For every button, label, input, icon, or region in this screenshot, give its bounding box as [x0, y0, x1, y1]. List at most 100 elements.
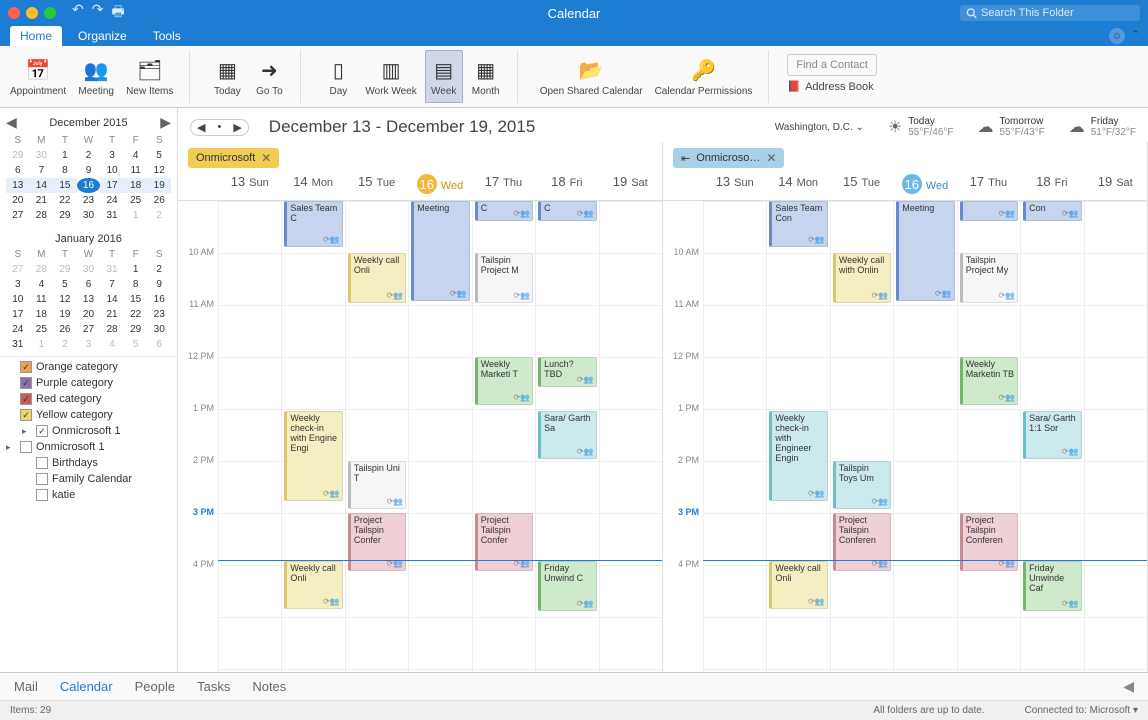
month-view-button[interactable]: ▦Month	[467, 50, 505, 103]
mini-cal-day[interactable]: 14	[100, 292, 124, 307]
calendar-event[interactable]: Weekly call Onli⟳👥	[769, 561, 827, 609]
calendar-event[interactable]: Lunch? TBD⟳👥	[538, 357, 596, 387]
tab-organize[interactable]: Organize	[68, 26, 137, 46]
day-header[interactable]: 13Sun	[218, 174, 281, 194]
mini-cal-day[interactable]: 29	[53, 262, 77, 277]
mini-cal-day[interactable]: 26	[147, 193, 171, 208]
day-header[interactable]: 13Sun	[703, 174, 766, 194]
mini-cal-day[interactable]: 18	[30, 307, 54, 322]
mini-cal-day[interactable]: 14	[30, 178, 54, 193]
mini-cal-day[interactable]: 1	[124, 208, 148, 223]
mini-cal-day[interactable]: 7	[30, 163, 54, 178]
search-field[interactable]	[960, 5, 1140, 21]
day-header[interactable]: 17Thu	[957, 174, 1020, 194]
mini-cal-day[interactable]: 22	[124, 307, 148, 322]
checkbox[interactable]	[36, 473, 48, 485]
mini-cal-day[interactable]: 15	[124, 292, 148, 307]
calendar-event[interactable]: Friday Unwinde Caf⟳👥	[1023, 561, 1081, 611]
mini-cal-day[interactable]: 27	[6, 262, 30, 277]
mini-cal-day[interactable]: 31	[100, 208, 124, 223]
mini-cal-day[interactable]: 30	[77, 262, 101, 277]
day-column[interactable]: C⟳👥Tailspin Project M⟳👥Weekly Marketi T⟳…	[472, 201, 535, 672]
next-week-button[interactable]: ▶	[227, 120, 247, 135]
nav-people[interactable]: People	[135, 679, 175, 694]
mini-cal-day[interactable]: 17	[100, 178, 124, 193]
day-column[interactable]: Meeting⟳👥	[408, 201, 471, 672]
calendar-event[interactable]: C⟳👥	[475, 201, 533, 221]
prev-week-button[interactable]: ◀	[191, 120, 211, 135]
close-icon[interactable]: ✕	[766, 151, 776, 165]
day-header[interactable]: 19Sat	[1084, 174, 1147, 194]
mini-cal-day[interactable]: 1	[124, 262, 148, 277]
day-header[interactable]: 15Tue	[830, 174, 893, 194]
calendar-event[interactable]: Meeting⟳👥	[411, 201, 469, 301]
mini-cal-day[interactable]: 8	[53, 163, 77, 178]
mini-cal-day[interactable]: 9	[77, 163, 101, 178]
mini-cal-day[interactable]: 7	[100, 277, 124, 292]
mini-cal-day[interactable]: 27	[6, 208, 30, 223]
merge-icon[interactable]: ⇤	[681, 152, 690, 165]
mini-cal-day[interactable]: 17	[6, 307, 30, 322]
mini-cal-day[interactable]: 30	[30, 148, 54, 163]
mini-cal-day[interactable]: 4	[30, 277, 54, 292]
mini-cal-day[interactable]: 11	[30, 292, 54, 307]
calendar-event[interactable]: Sara/ Garth Sa⟳👥	[538, 411, 596, 459]
calendar-event[interactable]: Tailspin Uni T⟳👥	[348, 461, 406, 509]
day-column[interactable]	[218, 201, 281, 672]
mini-cal-day[interactable]: 4	[100, 337, 124, 352]
calendar-event[interactable]: Weekly check-in with Engineer Engin⟳👥	[769, 411, 827, 501]
day-header[interactable]: 14Mon	[281, 174, 344, 194]
today-button[interactable]: ▦Today	[208, 50, 246, 103]
workweek-view-button[interactable]: ▥Work Week	[361, 50, 420, 103]
mini-cal-day[interactable]: 30	[147, 322, 171, 337]
calendar-item[interactable]: katie	[4, 487, 173, 503]
calendar-event[interactable]: C⟳👥	[538, 201, 596, 221]
day-header[interactable]: 16Wed	[893, 174, 956, 194]
calendar-event[interactable]: Weekly call with Onlin⟳👥	[833, 253, 891, 303]
mini-cal-day[interactable]: 8	[124, 277, 148, 292]
calendar-item[interactable]: Birthdays	[4, 455, 173, 471]
mini-cal-day[interactable]: 12	[53, 292, 77, 307]
mini-cal-day[interactable]: 1	[53, 148, 77, 163]
calendar-event[interactable]: Weekly check-in with Engine Engi⟳👥	[284, 411, 342, 501]
day-column[interactable]: Sales Team C⟳👥Weekly check-in with Engin…	[281, 201, 344, 672]
appointment-button[interactable]: 📅Appointment	[6, 50, 70, 103]
minimize-window-button[interactable]	[26, 7, 38, 19]
day-column[interactable]	[1084, 201, 1147, 672]
open-shared-calendar-button[interactable]: 📂Open Shared Calendar	[536, 50, 647, 103]
calendar-event[interactable]: Friday Unwind C⟳👥	[538, 561, 596, 611]
mini-cal-day[interactable]: 5	[124, 337, 148, 352]
calendar-event[interactable]: Meeting⟳👥	[896, 201, 954, 301]
mini-cal-day[interactable]: 20	[77, 307, 101, 322]
calendar-event[interactable]: Tailspin Project My⟳👥	[960, 253, 1018, 303]
mini-cal-day[interactable]: 28	[30, 208, 54, 223]
calendar-item[interactable]: Family Calendar	[4, 471, 173, 487]
checkbox[interactable]	[36, 425, 48, 437]
checkbox[interactable]	[36, 457, 48, 469]
mini-cal-day[interactable]: 30	[77, 208, 101, 223]
day-header[interactable]: 19Sat	[599, 174, 662, 194]
category-item[interactable]: Red category	[4, 391, 173, 407]
day-header[interactable]: 16Wed	[408, 174, 471, 194]
calendar-permissions-button[interactable]: 🔑Calendar Permissions	[651, 50, 757, 103]
calendar-event[interactable]: Weekly call Onli⟳👥	[348, 253, 406, 303]
mini-cal-day[interactable]: 25	[30, 322, 54, 337]
prev-month-icon[interactable]: ◀	[6, 114, 17, 131]
mini-cal-day[interactable]: 28	[100, 322, 124, 337]
mini-cal-day[interactable]: 2	[53, 337, 77, 352]
next-month-icon[interactable]: ▶	[160, 114, 171, 131]
mini-cal-day[interactable]: 4	[124, 148, 148, 163]
day-column[interactable]: Weekly call with Onlin⟳👥Tailspin Toys Um…	[830, 201, 893, 672]
new-items-button[interactable]: 🗂New Items	[122, 50, 177, 103]
close-window-button[interactable]	[8, 7, 20, 19]
day-header[interactable]: 18Fri	[535, 174, 598, 194]
collapse-ribbon-icon[interactable]: ⌃	[1131, 28, 1140, 44]
day-header[interactable]: 18Fri	[1020, 174, 1083, 194]
mini-cal-day[interactable]: 19	[53, 307, 77, 322]
day-header[interactable]: 14Mon	[766, 174, 829, 194]
calendar-event[interactable]: Project Tailspin Conferen⟳👥	[833, 513, 891, 571]
mini-cal-day[interactable]: 31	[100, 262, 124, 277]
mini-cal-day[interactable]: 13	[77, 292, 101, 307]
nav-calendar[interactable]: Calendar	[60, 679, 113, 694]
close-icon[interactable]: ✕	[261, 151, 271, 165]
